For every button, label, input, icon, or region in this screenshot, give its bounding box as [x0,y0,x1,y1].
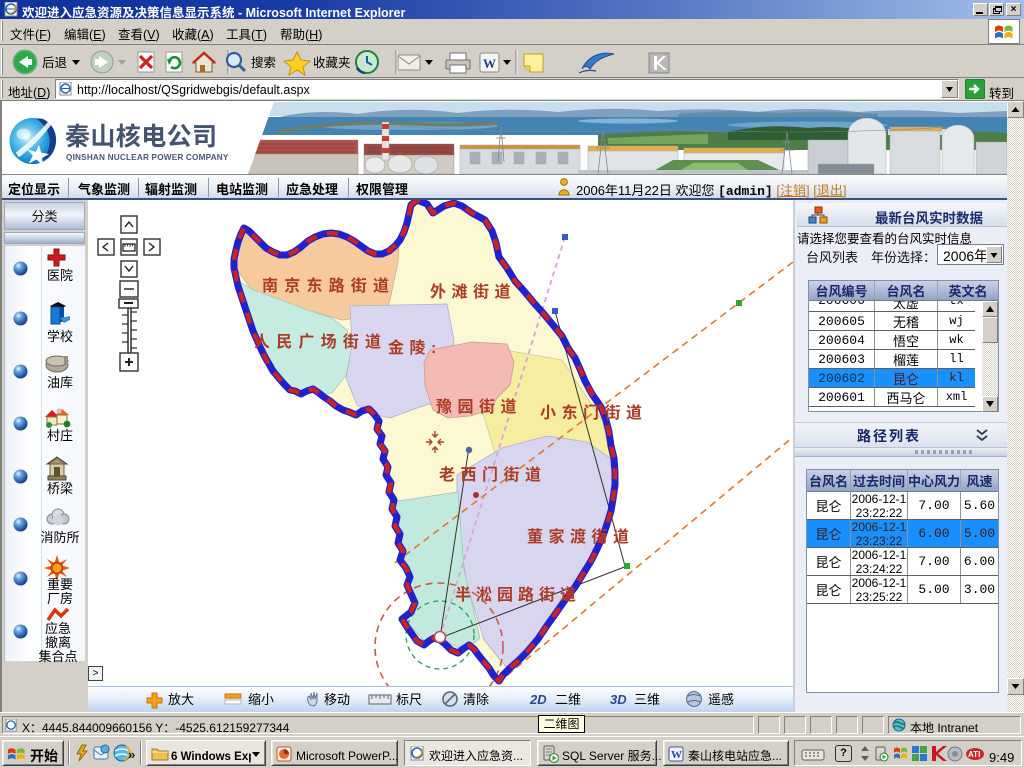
svg-text:南京东路街道: 南京东路街道 [262,272,395,296]
svg-text:后退: 后退 [42,52,68,71]
svg-text:董家渡街道: 董家渡街道 [527,523,635,547]
svg-text:收藏夹: 收藏夹 [313,52,351,71]
svg-text:清除: 清除 [463,689,489,708]
svg-text:人民广场街道: 人民广场街道 [254,328,387,352]
svg-text:二维: 二维 [555,689,581,708]
svg-text:放大: 放大 [168,689,194,708]
svg-text:外滩街道: 外滩街道 [430,278,516,302]
svg-text:遥感: 遥感 [708,689,734,708]
svg-text:标尺: 标尺 [396,689,422,708]
svg-text:移动: 移动 [324,689,350,708]
svg-text:ATI: ATI [968,750,980,759]
svg-text:豫园街道: 豫园街道 [436,393,522,417]
svg-text:2D: 2D [529,692,547,707]
svg-text:W: W [671,749,682,761]
svg-text:半淞园路街道: 半淞园路街道 [455,581,581,605]
svg-text:搜索: 搜索 [251,52,276,71]
svg-text:老西门街道: 老西门街道 [439,461,547,485]
svg-text:W: W [483,56,496,71]
svg-text:缩小: 缩小 [248,689,274,708]
svg-text:小东门街道: 小东门街道 [540,399,648,423]
svg-text:金陵:: 金陵: [388,334,442,358]
svg-text:三维: 三维 [634,689,660,708]
svg-text:3D: 3D [610,692,627,707]
